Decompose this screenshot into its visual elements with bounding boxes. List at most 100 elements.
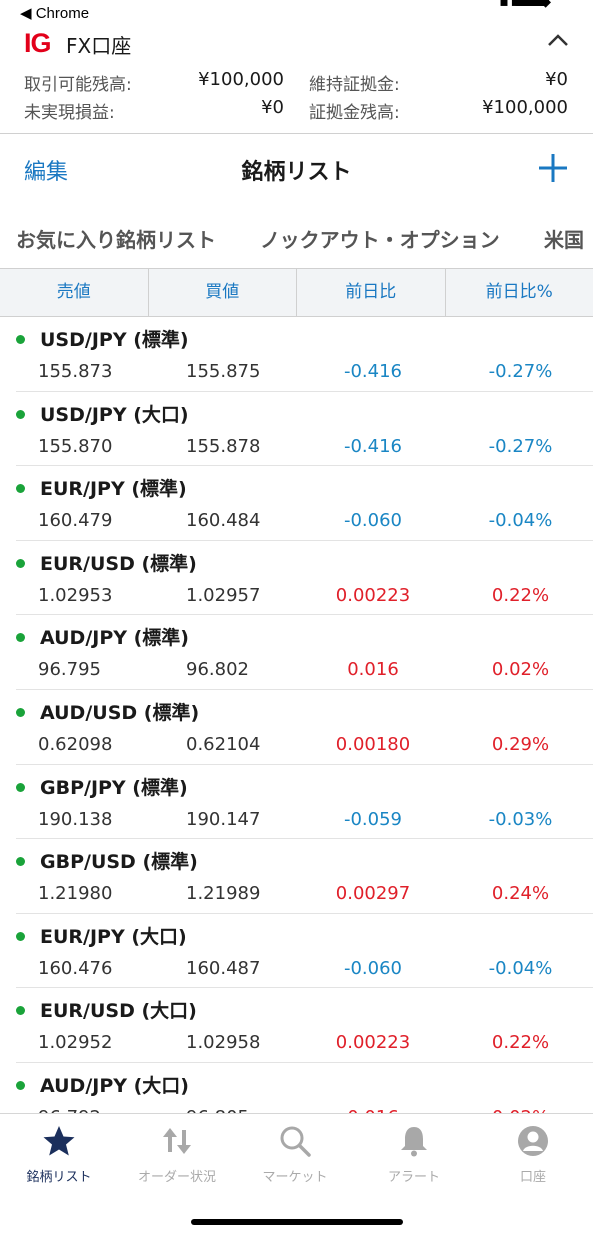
column-buy[interactable]: 買値: [149, 269, 297, 316]
buy-price[interactable]: 155.875: [186, 361, 260, 382]
unrealized-pl-label: 未実現損益:: [24, 103, 115, 123]
daily-change-percent: 0.24%: [491, 883, 550, 905]
nav-alerts[interactable]: アラート: [355, 1124, 473, 1185]
unrealized-pl-value: ¥0: [261, 97, 284, 118]
sell-price[interactable]: 0.62098: [38, 734, 112, 755]
daily-change-percent: 0.29%: [491, 733, 550, 755]
daily-change-percent: 0.22%: [491, 584, 550, 606]
status-dot: [16, 484, 25, 494]
column-header: 売値 買値 前日比 前日比%: [0, 268, 593, 317]
table-row[interactable]: AUD/USD (標準) 0.62098 0.62104 0.00180 0.29%: [16, 690, 593, 765]
instrument-name: GBP/JPY (標準): [40, 776, 188, 799]
sell-price[interactable]: 1.02952: [38, 1032, 112, 1053]
tab-knockout-options[interactable]: ノックアウト・オプション: [260, 224, 500, 253]
tab-us[interactable]: 米国: [544, 224, 584, 253]
nav-label: 口座: [519, 1170, 546, 1185]
daily-change: 0.00223: [335, 584, 411, 606]
buy-price[interactable]: 1.02957: [186, 585, 260, 606]
nav-market[interactable]: マーケット: [236, 1124, 354, 1185]
sell-price[interactable]: 155.873: [38, 361, 112, 382]
sell-price[interactable]: 190.138: [38, 809, 112, 830]
sell-price[interactable]: 96.795: [38, 659, 101, 680]
buy-price[interactable]: 155.878: [186, 436, 260, 457]
nav-label: マーケット: [262, 1170, 328, 1185]
table-row[interactable]: EUR/JPY (標準) 160.479 160.484 -0.060 -0.04%: [16, 466, 593, 541]
plus-icon[interactable]: [537, 152, 569, 184]
tab-favorites[interactable]: お気に入り銘柄リスト: [16, 224, 216, 253]
status-dot: [16, 931, 25, 941]
sell-price[interactable]: 1.02953: [38, 585, 112, 606]
buy-price[interactable]: 96.802: [186, 659, 249, 680]
table-row[interactable]: EUR/USD (標準) 1.02953 1.02957 0.00223 0.22%: [16, 541, 593, 616]
daily-change: -0.416: [343, 361, 403, 382]
column-change-percent[interactable]: 前日比%: [446, 269, 593, 316]
nav-label: 銘柄リスト: [26, 1170, 92, 1185]
buy-price[interactable]: 190.147: [186, 809, 260, 830]
column-sell[interactable]: 売値: [0, 269, 149, 316]
table-row[interactable]: AUD/JPY (標準) 96.795 96.802 0.016 0.02%: [16, 615, 593, 690]
buy-price[interactable]: 1.02958: [186, 1032, 260, 1053]
status-dot: [16, 1006, 25, 1016]
instrument-name: GBP/USD (標準): [40, 851, 198, 874]
instrument-name: EUR/JPY (標準): [40, 478, 187, 501]
buy-price[interactable]: 0.62104: [186, 734, 260, 755]
table-row[interactable]: USD/JPY (大口) 155.870 155.878 -0.416 -0.27%: [16, 392, 593, 467]
margin-balance-label: 証拠金残高:: [309, 103, 400, 123]
nav-watchlist[interactable]: 銘柄リスト: [0, 1124, 118, 1185]
daily-change-percent: 0.02%: [491, 659, 550, 681]
daily-change: 0.016: [347, 659, 399, 681]
margin-balance-value: ¥100,000: [482, 97, 568, 118]
daily-change: -0.060: [343, 510, 403, 532]
instrument-name: EUR/USD (大口): [40, 1000, 197, 1023]
instrument-name: EUR/JPY (大口): [40, 925, 187, 948]
sell-price[interactable]: 155.870: [38, 436, 112, 457]
table-row[interactable]: GBP/JPY (標準) 190.138 190.147 -0.059 -0.03%: [16, 765, 593, 840]
sell-price[interactable]: 160.479: [38, 510, 112, 531]
instrument-list: USD/JPY (標準) 155.873 155.875 -0.416 -0.27% US…: [0, 317, 593, 1113]
daily-change: -0.416: [343, 435, 403, 457]
sell-price[interactable]: 160.476: [38, 958, 112, 979]
nav-label: アラート: [387, 1170, 440, 1185]
buy-price[interactable]: 1.21989: [186, 883, 260, 904]
table-row[interactable]: EUR/JPY (大口) 160.476 160.487 -0.060 -0.04%: [16, 914, 593, 989]
watchlist-tabs: お気に入り銘柄リスト ノックアウト・オプション 米国: [0, 204, 593, 268]
back-to-chrome-link[interactable]: ◀ Chrome: [20, 4, 89, 22]
daily-change: -0.060: [343, 957, 403, 979]
daily-change: 0.00180: [335, 733, 411, 755]
watchlist-header: 編集 銘柄リスト: [0, 134, 593, 204]
buy-price[interactable]: 160.487: [186, 958, 260, 979]
battery-icon: [513, 0, 549, 6]
buy-price[interactable]: 160.484: [186, 510, 260, 531]
table-row[interactable]: GBP/USD (標準) 1.21980 1.21989 0.00297 0.24%: [16, 839, 593, 914]
daily-change-percent: 0.22%: [491, 1032, 550, 1054]
star-icon: [43, 1126, 75, 1156]
account-icon: [518, 1126, 548, 1156]
nav-orders[interactable]: オーダー状況: [118, 1124, 236, 1185]
account-title: FX口座: [66, 34, 132, 58]
daily-change-percent: -0.04%: [488, 957, 553, 979]
nav-account[interactable]: 口座: [474, 1124, 592, 1185]
status-dot: [16, 558, 25, 568]
available-balance-label: 取引可能残高:: [24, 75, 132, 95]
instrument-name: AUD/JPY (大口): [40, 1074, 189, 1097]
sell-price[interactable]: 1.21980: [38, 883, 112, 904]
status-dot: [16, 409, 25, 419]
instrument-name: USD/JPY (標準): [40, 329, 189, 351]
up-down-arrows-icon: [163, 1128, 191, 1154]
status-dot: [16, 1080, 25, 1090]
daily-change-percent: -0.27%: [488, 435, 553, 457]
instrument-name: EUR/USD (標準): [40, 552, 197, 575]
table-row[interactable]: USD/JPY (標準) 155.873 155.875 -0.416 -0.27%: [16, 317, 593, 392]
table-row[interactable]: AUD/JPY (大口)96.79296.8050.0160.02%: [16, 1063, 593, 1113]
daily-change-percent: -0.27%: [488, 361, 553, 382]
column-change[interactable]: 前日比: [297, 269, 446, 316]
ig-logo: IG: [24, 28, 51, 58]
chevron-up-icon[interactable]: [545, 30, 571, 52]
page-title: 銘柄リスト: [241, 160, 352, 185]
table-row[interactable]: EUR/USD (大口) 1.02952 1.02958 0.00223 0.22%: [16, 988, 593, 1063]
margin-used-label: 維持証拠金:: [309, 75, 400, 95]
daily-change-percent: -0.04%: [488, 510, 553, 532]
status-dot: [16, 335, 25, 344]
daily-change: -0.059: [343, 808, 403, 830]
margin-used-value: ¥0: [545, 69, 568, 90]
